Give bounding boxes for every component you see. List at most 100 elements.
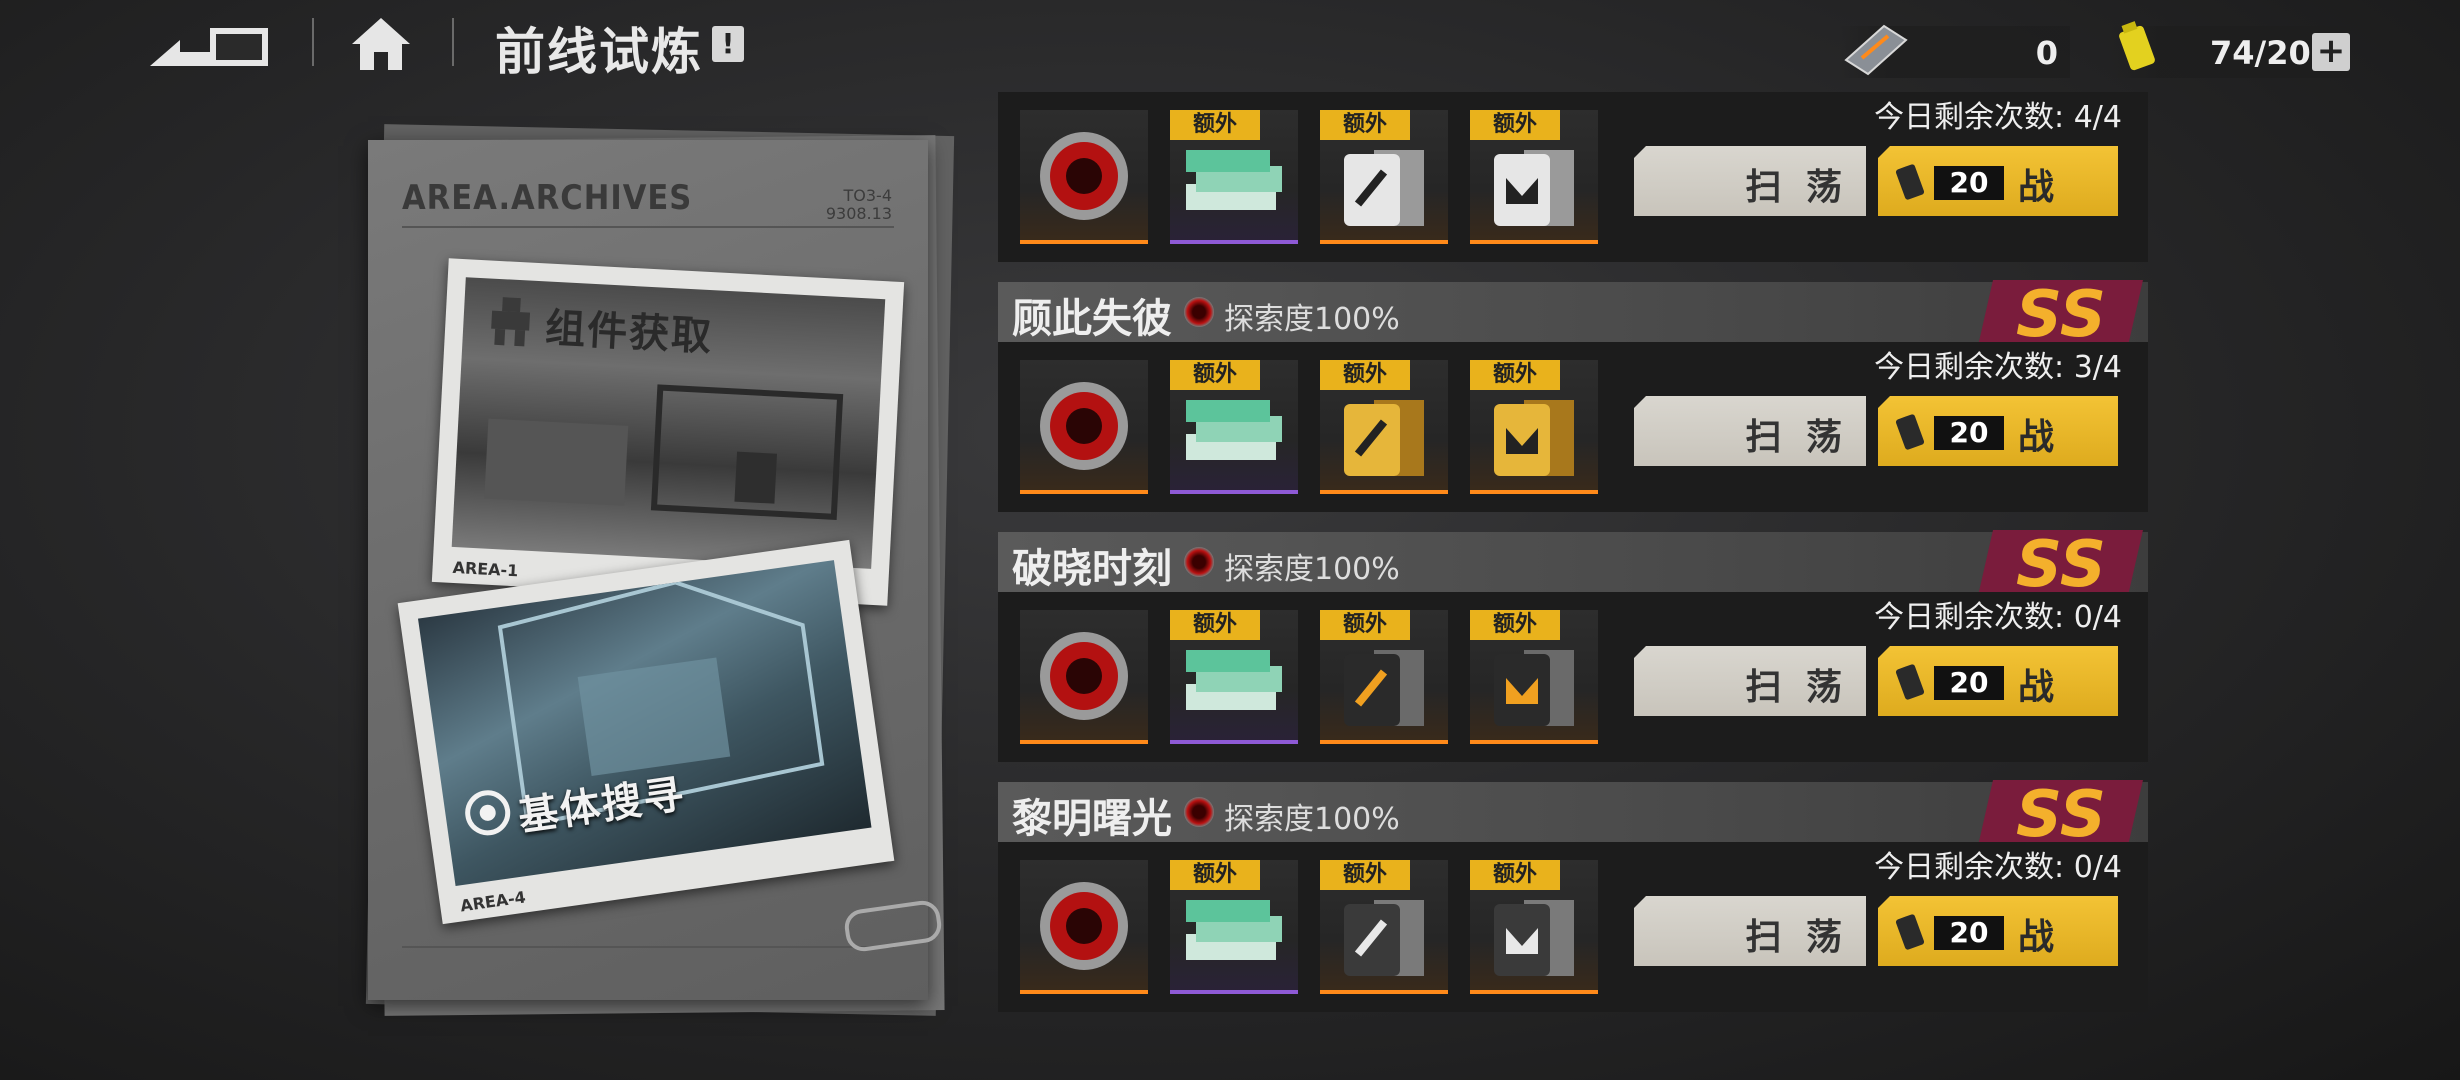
extra-tag: 额外 <box>1320 360 1410 390</box>
add-stamina-button[interactable]: + <box>2312 33 2350 71</box>
stamina-cost: 20 <box>1934 416 2004 450</box>
svg-text:SS: SS <box>2016 528 2106 602</box>
battery-icon <box>1895 414 1925 450</box>
rarity-bar <box>1320 740 1448 744</box>
fight-label: 战 斗 <box>2018 167 2063 260</box>
back-button[interactable] <box>150 18 275 70</box>
extra-tag: 额外 <box>1470 360 1560 390</box>
extra-tag: 额外 <box>1320 610 1410 640</box>
warehouse-image <box>484 384 844 520</box>
explore-icon <box>1184 297 1214 327</box>
reward-item[interactable] <box>1020 860 1148 994</box>
sweep-button[interactable]: 扫 荡 <box>1634 396 1866 466</box>
reward-item[interactable]: 额外 <box>1470 860 1598 994</box>
stamina-cost: 20 <box>1934 166 2004 200</box>
reward-item[interactable]: 额外 <box>1170 360 1298 494</box>
rarity-bar <box>1170 490 1298 494</box>
reward-item[interactable] <box>1020 110 1148 244</box>
stage-row: 额外 额外 额外 今日剩余次数: 4/4 扫 荡 20 战 斗 <box>998 92 2148 262</box>
target-icon <box>465 790 511 836</box>
gold-component-icon <box>1344 400 1424 476</box>
svg-text:SS: SS <box>2016 278 2106 352</box>
reward-item[interactable]: 额外 <box>1320 860 1448 994</box>
area-tag: AREA-1 <box>452 557 519 581</box>
reward-item[interactable]: 额外 <box>1470 110 1598 244</box>
extra-tag: 额外 <box>1170 110 1260 140</box>
explore-progress: 探索度100% <box>1224 802 1400 837</box>
stamina-cost: 20 <box>1934 916 2004 950</box>
folder-code: 9308.13 <box>825 204 892 223</box>
dark-component-icon <box>1344 650 1424 726</box>
chip-token-icon <box>1040 382 1128 470</box>
home-button[interactable] <box>350 14 412 72</box>
reward-item[interactable]: 额外 <box>1470 610 1598 744</box>
sweep-label: 扫 荡 <box>1745 917 1848 958</box>
stage-list[interactable]: 额外 额外 额外 今日剩余次数: 4/4 扫 荡 20 战 斗 顾此失彼 探索度… <box>998 92 2148 1012</box>
rarity-bar <box>1320 990 1448 994</box>
remaining-attempts: 今日剩余次数: 0/4 <box>1874 850 2122 885</box>
area-photo: 基体搜寻 <box>418 560 872 887</box>
fight-button[interactable]: 20 战 斗 <box>1878 646 2118 716</box>
rarity-bar <box>1470 990 1598 994</box>
stage-name: 破晓时刻 <box>1012 546 1172 592</box>
sweep-button[interactable]: 扫 荡 <box>1634 146 1866 216</box>
mech-icon <box>491 297 531 347</box>
fight-button[interactable]: 20 战 斗 <box>1878 896 2118 966</box>
area-card-matrix[interactable]: 基体搜寻 AREA-4 <box>397 539 895 925</box>
rarity-bar <box>1020 990 1148 994</box>
extra-tag: 额外 <box>1320 110 1410 140</box>
steel-component-icon <box>1344 900 1424 976</box>
page-title: 前线试炼 <box>495 23 703 81</box>
sweep-label: 扫 荡 <box>1745 167 1848 208</box>
sweep-label: 扫 荡 <box>1745 417 1848 458</box>
rarity-bar <box>1020 240 1148 244</box>
dark-module-icon <box>1494 650 1574 726</box>
remaining-attempts: 今日剩余次数: 3/4 <box>1874 350 2122 385</box>
gold-module-icon <box>1494 400 1574 476</box>
rank-ss-badge: SS <box>1978 778 2143 852</box>
info-button[interactable]: ! <box>712 26 744 62</box>
silver-module-icon <box>1494 150 1574 226</box>
stage-row: 额外 额外 额外 今日剩余次数: 3/4 扫 荡 20 战 斗 <box>998 342 2148 512</box>
explore-progress: 探索度100% <box>1224 552 1400 587</box>
reward-item[interactable] <box>1020 360 1148 494</box>
reward-item[interactable]: 额外 <box>1170 110 1298 244</box>
area-label: 组件获取 <box>544 305 715 361</box>
reward-item[interactable] <box>1020 610 1148 744</box>
remaining-attempts: 今日剩余次数: 0/4 <box>1874 600 2122 635</box>
reward-item[interactable]: 额外 <box>1320 110 1448 244</box>
rank-ss-badge: SS <box>1978 278 2143 352</box>
explore-progress: 探索度100% <box>1224 302 1400 337</box>
fight-label: 战 斗 <box>2018 667 2063 760</box>
cash-stack-icon <box>1186 400 1282 460</box>
sweep-button[interactable]: 扫 荡 <box>1634 646 1866 716</box>
silver-component-icon <box>1344 150 1424 226</box>
reward-item[interactable]: 额外 <box>1320 360 1448 494</box>
explore-icon <box>1184 547 1214 577</box>
rarity-bar <box>1320 490 1448 494</box>
folder-code: TO3-4 <box>843 186 893 205</box>
rarity-bar <box>1020 740 1148 744</box>
rarity-bar <box>1470 490 1598 494</box>
currency-ticket: 0 <box>1840 24 2070 78</box>
fight-label: 战 斗 <box>2018 917 2063 1010</box>
battery-icon <box>2119 21 2155 71</box>
fight-button[interactable]: 20 战 斗 <box>1878 396 2118 466</box>
battery-icon <box>1895 664 1925 700</box>
chip-token-icon <box>1040 882 1128 970</box>
reward-item[interactable]: 额外 <box>1320 610 1448 744</box>
divider <box>402 226 894 228</box>
sweep-button[interactable]: 扫 荡 <box>1634 896 1866 966</box>
reward-item[interactable]: 额外 <box>1170 610 1298 744</box>
cash-stack-icon <box>1186 900 1282 960</box>
svg-text:SS: SS <box>2016 778 2106 852</box>
reward-item[interactable]: 额外 <box>1470 360 1598 494</box>
ticket-icon <box>1844 24 1908 76</box>
extra-tag: 额外 <box>1170 360 1260 390</box>
stage-name: 顾此失彼 <box>1012 296 1172 342</box>
fight-button[interactable]: 20 战 斗 <box>1878 146 2118 216</box>
explore-icon <box>1184 797 1214 827</box>
divider <box>402 946 894 948</box>
reward-item[interactable]: 额外 <box>1170 860 1298 994</box>
stage-header: 顾此失彼 探索度100% SS <box>998 278 2148 352</box>
